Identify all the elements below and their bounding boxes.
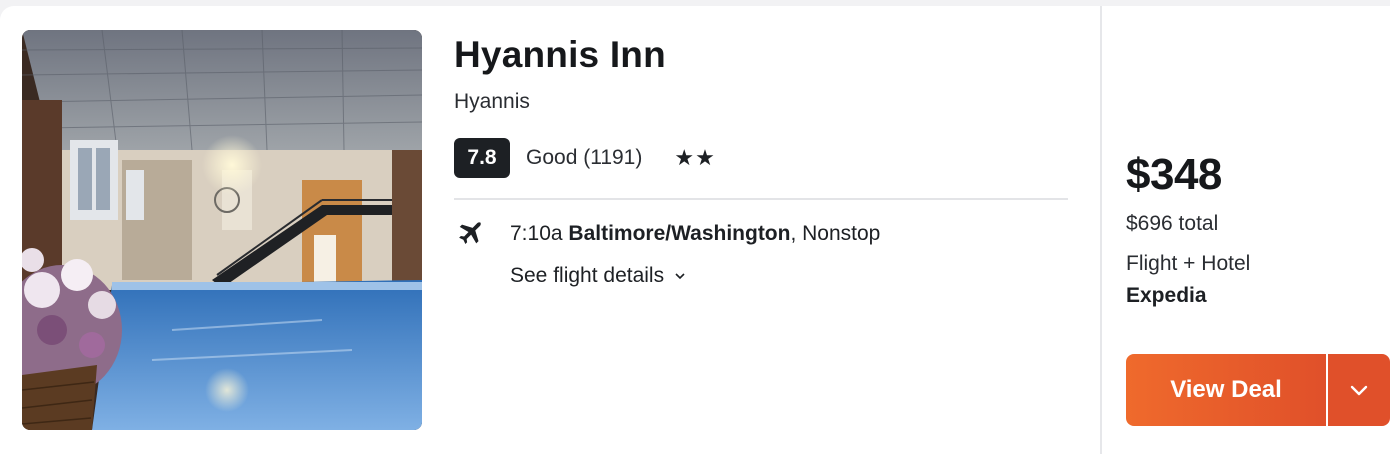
view-deal-button[interactable]: View Deal <box>1126 354 1326 426</box>
details-link-label: See flight details <box>510 264 665 287</box>
flight-summary: 7:10a Baltimore/Washington, Nonstop <box>454 218 880 250</box>
chevron-down-icon <box>675 273 685 280</box>
airplane-icon <box>454 219 484 249</box>
rating-row: 7.8 Good (1191) ★★ <box>454 138 716 178</box>
flight-text: 7:10a Baltimore/Washington, Nonstop <box>510 222 880 246</box>
price: $348 <box>1126 150 1222 199</box>
indoor-pool-photo <box>22 30 422 430</box>
score-badge: 7.8 <box>454 138 510 178</box>
deal-options-toggle[interactable] <box>1328 354 1390 426</box>
result-card[interactable]: Hyannis Inn Hyannis 7.8 Good (1191) ★★ 7… <box>0 6 1390 454</box>
star-rating-icon: ★★ <box>674 145 716 170</box>
flight-airport: Baltimore/Washington <box>568 222 791 245</box>
see-flight-details-link[interactable]: See flight details <box>510 264 686 288</box>
rating-text: Good (1191) <box>526 146 643 169</box>
flight-time: 7:10a <box>510 222 563 245</box>
hotel-photo[interactable] <box>22 30 422 430</box>
hotel-city: Hyannis <box>454 90 530 113</box>
total-price: $696 total <box>1126 212 1219 235</box>
chevron-down-icon <box>1350 385 1368 396</box>
package-type: Flight + Hotel <box>1126 252 1251 275</box>
provider-name: Expedia <box>1126 284 1207 307</box>
divider <box>454 198 1068 200</box>
column-divider <box>1100 6 1102 454</box>
flight-stops: , Nonstop <box>790 222 881 245</box>
hotel-name[interactable]: Hyannis Inn <box>454 34 666 76</box>
